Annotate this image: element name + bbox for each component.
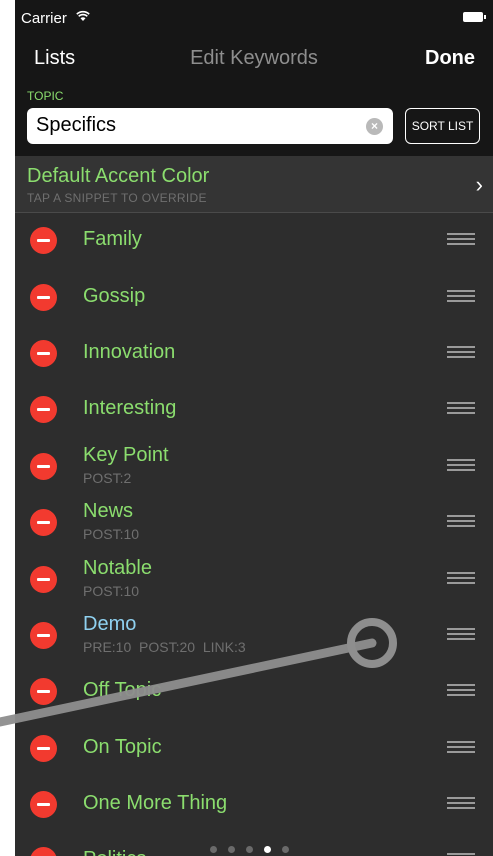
reorder-handle-icon[interactable]: [447, 233, 475, 246]
list-item[interactable]: Innovation: [15, 325, 493, 381]
keyword-label: Interesting: [83, 397, 177, 419]
keyword-label: Family: [83, 228, 142, 250]
reorder-handle-icon[interactable]: [447, 290, 475, 303]
reorder-handle-icon[interactable]: [447, 515, 475, 528]
keyword-label: Politics: [83, 848, 146, 856]
topic-label: TOPIC: [27, 89, 64, 103]
list-item[interactable]: News POST:10: [15, 494, 493, 550]
reorder-handle-icon[interactable]: [447, 741, 475, 754]
nav-bar: Lists Edit Keywords Done: [15, 36, 493, 82]
reorder-handle-icon[interactable]: [447, 459, 475, 472]
topic-input-value: Specifics: [36, 114, 117, 136]
page-dot[interactable]: [246, 846, 253, 853]
sort-list-button[interactable]: SORT LIST: [405, 108, 480, 144]
reorder-handle-icon[interactable]: [447, 684, 475, 697]
reorder-handle-icon[interactable]: [447, 797, 475, 810]
list-item[interactable]: Demo PRE:10 POST:20 LINK:3: [15, 607, 493, 663]
delete-icon[interactable]: [30, 227, 57, 254]
done-button[interactable]: Done: [425, 47, 475, 70]
accent-subtitle: TAP A SNIPPET TO OVERRIDE: [27, 191, 207, 205]
keyword-detail: POST:10: [83, 526, 140, 542]
list-item[interactable]: Interesting: [15, 381, 493, 437]
keyword-label: Notable: [83, 557, 152, 579]
page-dot[interactable]: [282, 846, 289, 853]
app-screen: Carrier Lists Edit Keywords Done TOPIC S…: [15, 0, 493, 856]
keyword-label: Key Point: [83, 444, 169, 466]
delete-icon[interactable]: [30, 847, 57, 856]
default-accent-row[interactable]: Default Accent Color TAP A SNIPPET TO OV…: [15, 156, 493, 213]
keyword-label: Off Topic: [83, 679, 162, 701]
keyword-detail: POST:10: [83, 583, 140, 599]
list-item[interactable]: Key Point POST:2: [15, 438, 493, 494]
page-title: Edit Keywords: [190, 47, 318, 69]
reorder-handle-icon[interactable]: [447, 402, 475, 415]
reorder-handle-icon[interactable]: [447, 628, 475, 641]
delete-icon[interactable]: [30, 735, 57, 762]
list-item[interactable]: Gossip: [15, 269, 493, 325]
page-dot[interactable]: [210, 846, 217, 853]
delete-icon[interactable]: [30, 284, 57, 311]
list-item[interactable]: Family: [15, 212, 493, 268]
delete-icon[interactable]: [30, 622, 57, 649]
battery-icon: [463, 12, 486, 22]
keyword-label: News: [83, 500, 134, 522]
reorder-handle-icon[interactable]: [447, 572, 475, 585]
keyword-label: Innovation: [83, 341, 176, 363]
keyword-label: Gossip: [83, 285, 146, 307]
delete-icon[interactable]: [30, 453, 57, 480]
keyword-label: On Topic: [83, 736, 162, 758]
delete-icon[interactable]: [30, 791, 57, 818]
delete-icon[interactable]: [30, 509, 57, 536]
status-bar: Carrier: [15, 0, 493, 36]
chevron-right-icon: ›: [475, 172, 483, 197]
wifi-icon: [76, 10, 90, 21]
delete-icon[interactable]: [30, 396, 57, 423]
reorder-handle-icon[interactable]: [447, 346, 475, 359]
keyword-label: One More Thing: [83, 792, 228, 814]
accent-title: Default Accent Color: [27, 165, 210, 187]
list-item[interactable]: Notable POST:10: [15, 551, 493, 607]
topic-input[interactable]: Specifics ×: [27, 108, 393, 144]
delete-icon[interactable]: [30, 340, 57, 367]
keyword-detail: PRE:10 POST:20 LINK:3: [83, 639, 246, 655]
page-indicator[interactable]: [210, 840, 310, 853]
delete-icon[interactable]: [30, 566, 57, 593]
list-item[interactable]: On Topic: [15, 720, 493, 776]
list-item[interactable]: One More Thing: [15, 776, 493, 832]
keyword-detail: POST:2: [83, 470, 132, 486]
topic-section: TOPIC Specifics × SORT LIST: [15, 82, 493, 156]
keyword-label: Demo: [83, 613, 137, 635]
clear-icon[interactable]: ×: [366, 118, 383, 135]
list-item[interactable]: Off Topic: [15, 663, 493, 719]
carrier-label: Carrier: [21, 10, 67, 27]
delete-icon[interactable]: [30, 678, 57, 705]
page-dot[interactable]: [228, 846, 235, 853]
page-dot-active[interactable]: [264, 846, 271, 853]
